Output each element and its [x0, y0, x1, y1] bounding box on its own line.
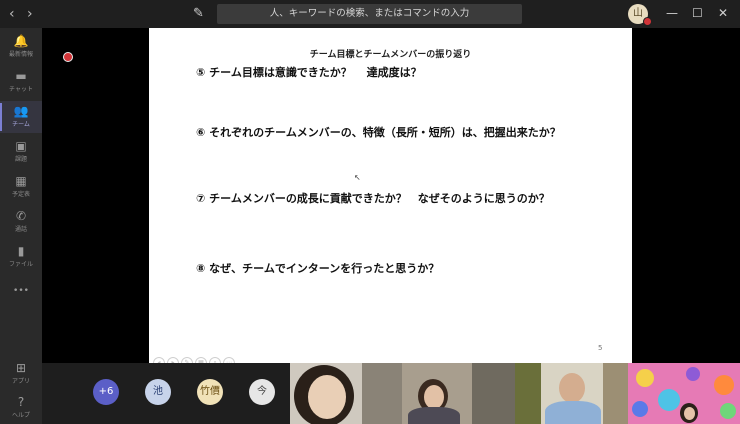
- video-tile[interactable]: [515, 363, 628, 424]
- participant-body: [408, 407, 460, 424]
- participant-face: [308, 375, 346, 419]
- sidebar-item-files[interactable]: ▮ ファイル: [0, 241, 42, 273]
- sidebar-item-chat[interactable]: ▬ チャット: [0, 66, 42, 98]
- new-chat-icon[interactable]: ✎: [193, 6, 204, 21]
- sidebar-item-teams[interactable]: 👥 チーム: [0, 101, 42, 133]
- sidebar-item-activity[interactable]: 🔔 最新情報: [0, 31, 42, 63]
- mouse-cursor-icon: ↖: [354, 173, 361, 182]
- background-bubble: [686, 367, 700, 381]
- presence-busy-icon: [643, 17, 652, 26]
- sidebar-item-label: 最新情報: [8, 51, 33, 58]
- sidebar-item-label: チーム: [12, 121, 30, 128]
- sidebar-item-label: 課題: [14, 156, 27, 163]
- participant-face: [559, 373, 585, 403]
- question-6: ⑥ それぞれのチームメンバーの、特徴（長所・短所）は、把握出来たか？: [196, 126, 561, 139]
- sidebar-item-apps[interactable]: ⊞ アプリ: [0, 358, 42, 390]
- background-bubble: [720, 403, 736, 419]
- sidebar-item-help[interactable]: ? ヘルプ: [0, 392, 42, 424]
- sidebar-item-calendar[interactable]: ▦ 予定表: [0, 171, 42, 203]
- help-icon: ?: [17, 395, 25, 409]
- chat-icon: ▬: [15, 69, 27, 83]
- calendar-icon: ▦: [15, 174, 27, 188]
- video-background: [362, 363, 402, 424]
- sidebar-item-label: チャット: [9, 86, 33, 93]
- video-background: [472, 363, 515, 424]
- shared-slide: チーム目標とチームメンバーの振り返り ⑤ チーム目標は意識できたか？ 達成度は？…: [149, 28, 632, 369]
- search-input[interactable]: 人、キーワードの検索、またはコマンドの入力: [217, 4, 522, 24]
- more-icon: •••: [13, 286, 29, 296]
- participant-face: [684, 407, 695, 420]
- video-tile[interactable]: [290, 363, 402, 424]
- participant-avatar[interactable]: 竹價: [197, 379, 223, 405]
- recording-icon: [63, 52, 73, 62]
- background-bubble: [714, 375, 734, 395]
- sidebar-item-label: ヘルプ: [11, 412, 30, 419]
- sidebar-item-label: アプリ: [11, 378, 30, 385]
- participant-body: [545, 401, 601, 424]
- slide-page-number: 5: [598, 344, 603, 352]
- video-tile[interactable]: [402, 363, 515, 424]
- sidebar-item-label: ファイル: [8, 261, 33, 268]
- video-background: [603, 363, 628, 424]
- forward-icon[interactable]: ›: [27, 6, 33, 22]
- maximize-button[interactable]: ☐: [692, 6, 703, 20]
- close-button[interactable]: ✕: [718, 6, 728, 20]
- assignment-icon: ▣: [15, 139, 27, 153]
- back-icon[interactable]: ‹: [9, 6, 15, 22]
- teams-icon: 👥: [13, 104, 29, 118]
- slide-title: チーム目標とチームメンバーの振り返り: [309, 50, 472, 60]
- participant-avatar[interactable]: 池: [145, 379, 171, 405]
- more-participants-button[interactable]: +6: [93, 379, 119, 405]
- video-background: [515, 363, 541, 424]
- participant-strip: +6 池 竹價 今: [42, 363, 290, 424]
- participant-face: [424, 385, 444, 409]
- sidebar-item-assignments[interactable]: ▣ 課題: [0, 136, 42, 168]
- minimize-button[interactable]: —: [666, 6, 678, 20]
- file-icon: ▮: [17, 244, 25, 258]
- app-bar: 🔔 最新情報 ▬ チャット 👥 チーム ▣ 課題 ▦ 予定表 ✆ 通話 ▮ ファ…: [0, 28, 42, 424]
- background-bubble: [636, 369, 654, 387]
- title-bar: ‹ › ✎ 人、キーワードの検索、またはコマンドの入力 山 — ☐ ✕: [0, 0, 740, 28]
- background-bubble: [632, 401, 648, 417]
- apps-icon: ⊞: [15, 361, 27, 375]
- background-bubble: [658, 389, 680, 411]
- video-tile[interactable]: [628, 363, 740, 424]
- bell-icon: 🔔: [13, 34, 29, 48]
- sidebar-item-label: 通話: [14, 226, 27, 233]
- more-apps-button[interactable]: •••: [0, 283, 42, 299]
- sidebar-item-label: 予定表: [11, 191, 30, 198]
- phone-icon: ✆: [15, 209, 27, 223]
- question-8: ⑧ なぜ、チームでインターンを行ったと思うか？: [196, 262, 440, 275]
- question-7: ⑦ チームメンバーの成長に貢献できたか？ なぜそのように思うのか？: [196, 192, 550, 205]
- participant-avatar[interactable]: 今: [249, 379, 275, 405]
- question-5: ⑤ チーム目標は意識できたか？ 達成度は？: [196, 66, 422, 79]
- sidebar-item-calls[interactable]: ✆ 通話: [0, 206, 42, 238]
